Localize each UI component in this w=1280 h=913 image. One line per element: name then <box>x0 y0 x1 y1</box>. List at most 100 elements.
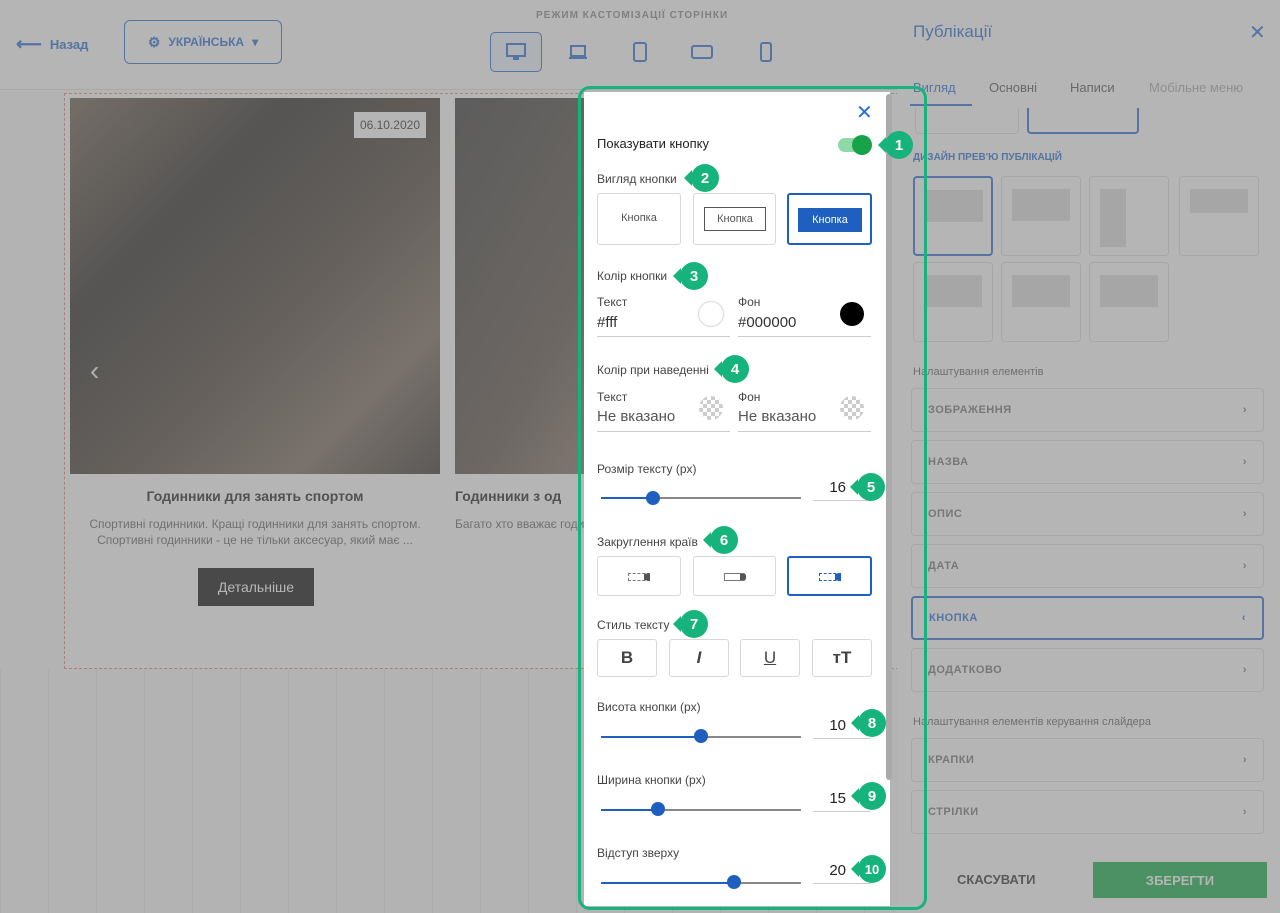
design-thumb[interactable] <box>1089 262 1169 342</box>
chevron-right-icon: › <box>1242 456 1247 468</box>
layout-option-selected[interactable] <box>1027 108 1139 134</box>
hover-text-label: Текст <box>597 390 628 404</box>
divider <box>597 336 730 337</box>
slider-fill <box>601 736 701 738</box>
cancel-button[interactable]: СКАСУВАТИ <box>957 872 1035 887</box>
height-label: Висота кнопки (px) <box>597 700 701 714</box>
card-description: Спортивні годинники. Кращі годинники для… <box>89 517 421 547</box>
hover-text-input[interactable]: Не вказано <box>597 408 675 425</box>
annotation-badge: 1 <box>878 130 914 160</box>
text-color-label: Текст <box>597 295 628 309</box>
slider-fill <box>601 882 734 884</box>
bg-color-swatch[interactable] <box>840 302 864 326</box>
date-badge: 06.10.2020 <box>353 112 426 138</box>
layout-option[interactable] <box>915 108 1019 134</box>
slider-row-dots[interactable]: КРАПКИ › <box>911 738 1264 782</box>
design-thumb[interactable] <box>1179 176 1259 256</box>
laptop-icon[interactable] <box>552 32 604 72</box>
element-row-title[interactable]: НАЗВА › <box>911 440 1264 484</box>
annotation-badge: 10 <box>851 854 887 884</box>
element-row-description[interactable]: ОПИС › <box>911 492 1264 536</box>
hover-bg-swatch[interactable] <box>840 396 864 420</box>
tablet-landscape-icon[interactable] <box>676 32 728 72</box>
show-button-toggle[interactable] <box>838 135 872 155</box>
design-thumb[interactable] <box>1001 262 1081 342</box>
divider <box>813 738 871 739</box>
mobile-icon[interactable] <box>740 32 792 72</box>
style-option-outline[interactable]: Кнопка <box>693 193 776 245</box>
tab-basic[interactable]: Основні <box>989 80 1037 95</box>
chevron-left-icon[interactable]: ‹ <box>90 355 99 387</box>
slider-row-arrows[interactable]: СТРІЛКИ › <box>911 790 1264 834</box>
bg-color-input[interactable]: #000000 <box>738 314 796 331</box>
tab-appearance[interactable]: Вигляд <box>913 80 956 95</box>
tablet-icon[interactable] <box>614 32 666 72</box>
design-label: ДИЗАЙН ПРЕВ'Ю ПУБЛІКАЦІЙ <box>913 152 1062 163</box>
post-card[interactable]: 06.10.2020 Годинники для занять спортом … <box>70 98 440 618</box>
chevron-right-icon: › <box>1242 404 1247 416</box>
text-style-label: Стиль тексту <box>597 618 670 632</box>
element-row-extra[interactable]: ДОДАТКОВО › <box>911 648 1264 692</box>
annotation-badge: 2 <box>684 163 720 193</box>
color-label: Колір кнопки <box>597 269 668 283</box>
radius-option-medium[interactable] <box>693 556 776 596</box>
style-option-flat[interactable]: Кнопка <box>597 193 681 245</box>
builder-topbar: ⟵ Назад ⚙ УКРАЇНСЬКА ▾ РЕЖИМ КАСТОМІЗАЦІ… <box>0 0 897 90</box>
width-value[interactable]: 15 <box>806 790 846 807</box>
tab-indicator <box>910 104 972 106</box>
desktop-icon[interactable] <box>490 32 542 72</box>
bold-button[interactable]: B <box>597 639 657 677</box>
font-size-knob[interactable] <box>646 491 660 505</box>
elements-label: Налаштування елементів <box>913 366 1044 378</box>
chevron-right-icon: › <box>1242 560 1247 572</box>
save-button[interactable]: ЗБЕРЕГТИ <box>1093 862 1267 898</box>
italic-button[interactable]: I <box>669 639 729 677</box>
radius-option-square[interactable] <box>597 556 681 596</box>
width-knob[interactable] <box>651 802 665 816</box>
mode-label: РЕЖИМ КАСТОМІЗАЦІЇ СТОРІНКИ <box>536 10 729 21</box>
divider <box>813 811 871 812</box>
element-row-image[interactable]: ЗОБРАЖЕННЯ › <box>911 388 1264 432</box>
card-details-button[interactable]: Детальніше <box>198 568 314 606</box>
card-image: 06.10.2020 <box>70 98 440 474</box>
slider-fill <box>601 809 658 811</box>
back-button[interactable]: ⟵ Назад <box>16 34 88 55</box>
design-thumb[interactable] <box>1089 176 1169 256</box>
style-option-filled[interactable]: Кнопка <box>787 193 872 245</box>
height-value[interactable]: 10 <box>806 717 846 734</box>
design-thumb[interactable] <box>913 176 993 256</box>
hover-text-swatch[interactable] <box>699 396 723 420</box>
close-icon[interactable]: ✕ <box>856 100 873 125</box>
hover-bg-label: Фон <box>738 390 761 404</box>
annotation-badge: 5 <box>850 472 886 502</box>
language-select[interactable]: ⚙ УКРАЇНСЬКА ▾ <box>124 20 282 64</box>
popup-scrollbar[interactable] <box>886 94 892 780</box>
slider-controls-label: Налаштування елементів керування слайдер… <box>913 716 1152 728</box>
chevron-down-icon: ▾ <box>252 35 259 49</box>
font-size-value[interactable]: 16 <box>806 479 846 496</box>
chevron-right-icon: › <box>1242 508 1247 520</box>
hover-bg-input[interactable]: Не вказано <box>738 408 816 425</box>
radius-option-round[interactable] <box>787 556 872 596</box>
annotation-badge: 6 <box>703 525 739 555</box>
close-icon[interactable]: ✕ <box>1249 20 1266 45</box>
element-row-date[interactable]: ДАТА › <box>911 544 1264 588</box>
text-color-input[interactable]: #fff <box>597 314 617 331</box>
tab-labels[interactable]: Написи <box>1070 80 1115 95</box>
design-thumb[interactable] <box>913 262 993 342</box>
top-offset-knob[interactable] <box>727 875 741 889</box>
annotation-badge: 9 <box>851 781 887 811</box>
uppercase-button[interactable]: тT <box>812 639 872 677</box>
divider <box>738 431 871 432</box>
text-color-swatch[interactable] <box>699 302 723 326</box>
width-label: Ширина кнопки (px) <box>597 773 706 787</box>
font-size-label: Розмір тексту (px) <box>597 462 697 476</box>
underline-button[interactable]: U <box>740 639 800 677</box>
element-row-button[interactable]: КНОПКА ‹ <box>911 596 1264 640</box>
height-knob[interactable] <box>694 729 708 743</box>
top-offset-value[interactable]: 20 <box>806 862 846 879</box>
tab-mobile-menu[interactable]: Мобільне меню <box>1149 80 1243 95</box>
radius-square-icon <box>628 573 650 581</box>
design-thumb[interactable] <box>1001 176 1081 256</box>
style-label: Вигляд кнопки <box>597 172 677 186</box>
